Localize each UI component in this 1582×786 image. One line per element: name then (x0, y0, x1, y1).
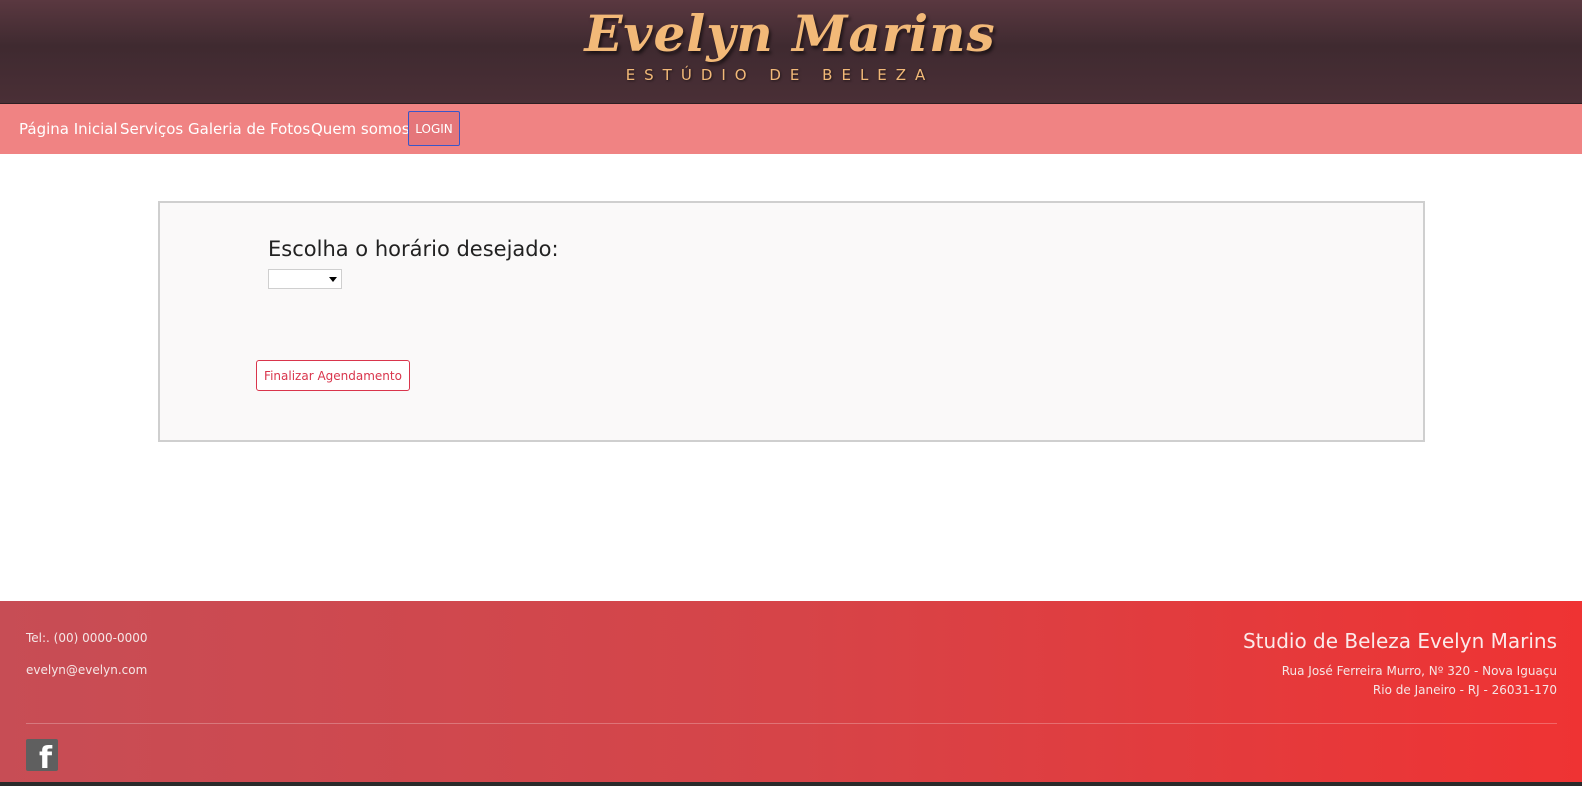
main-nav: Página Inicial Serviços Galeria de Fotos… (0, 104, 1582, 154)
nav-item-gallery[interactable]: Galeria de Fotos (188, 120, 310, 142)
nav-item-home[interactable]: Página Inicial (19, 120, 118, 142)
facebook-icon[interactable]: f (26, 739, 58, 771)
footer-email[interactable]: evelyn@evelyn.com (26, 663, 147, 677)
footer-studio-name: Studio de Beleza Evelyn Marins (1242, 629, 1557, 653)
footer-divider (26, 723, 1557, 724)
time-select[interactable] (268, 269, 342, 289)
nav-item-services[interactable]: Serviços (120, 120, 183, 142)
site-header: Evelyn Marins ESTÚDIO DE BELEZA (0, 0, 1582, 104)
footer-address-line1: Rua José Ferreira Murro, Nº 320 - Nova I… (1281, 664, 1557, 678)
taskbar-strip (0, 782, 1582, 786)
site-footer: Tel:. (00) 0000-0000 evelyn@evelyn.com S… (0, 601, 1582, 786)
logo-subtitle: ESTÚDIO DE BELEZA (625, 66, 935, 84)
nav-item-about[interactable]: Quem somos (311, 120, 410, 142)
finish-booking-button[interactable]: Finalizar Agendamento (256, 360, 410, 391)
chevron-down-icon (329, 277, 337, 282)
time-select-label: Escolha o horário desejado: (268, 237, 559, 261)
footer-phone: Tel:. (00) 0000-0000 (26, 631, 148, 645)
login-button[interactable]: LOGIN (408, 111, 460, 146)
schedule-panel: Escolha o horário desejado: Finalizar Ag… (158, 201, 1425, 442)
logo-script-text[interactable]: Evelyn Marins (530, 4, 1050, 66)
footer-address-line2: Rio de Janeiro - RJ - 26031-170 (1372, 683, 1557, 697)
